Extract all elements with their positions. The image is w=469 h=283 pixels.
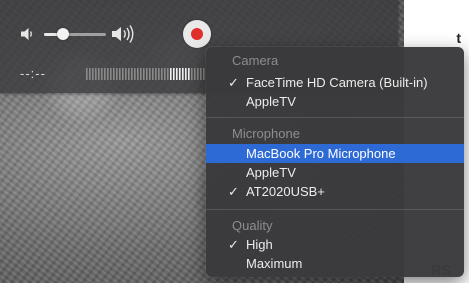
level-meter-tick xyxy=(116,68,118,80)
menu-item-label: Maximum xyxy=(246,256,303,271)
level-meter-tick xyxy=(179,68,181,80)
level-meter-tick xyxy=(92,68,94,80)
record-button[interactable] xyxy=(183,20,211,48)
menu-item-label: AT2020USB+ xyxy=(246,184,325,199)
level-meter-tick xyxy=(128,68,130,80)
level-meter-tick xyxy=(98,68,100,80)
level-meter-tick xyxy=(197,68,199,80)
level-meter-tick xyxy=(158,68,160,80)
check-icon: ✓ xyxy=(228,75,239,90)
menu-item-quality-maximum[interactable]: Maximum xyxy=(206,254,464,273)
level-meter-tick xyxy=(122,68,124,80)
level-meter-tick xyxy=(146,68,148,80)
level-meter-tick xyxy=(191,68,193,80)
level-meter-tick xyxy=(101,68,103,80)
audio-level-meter xyxy=(86,68,205,80)
menu-item-label: AppleTV xyxy=(246,165,296,180)
level-meter-tick xyxy=(203,68,205,80)
level-meter-tick xyxy=(113,68,115,80)
volume-knob[interactable] xyxy=(56,28,69,40)
menu-separator xyxy=(206,117,464,118)
background-text-top: t xyxy=(456,30,461,46)
level-meter-tick xyxy=(155,68,157,80)
menu-item-label: High xyxy=(246,237,273,252)
level-meter-tick xyxy=(176,68,178,80)
menu-item-appletv-microphone[interactable]: AppleTV xyxy=(206,163,464,182)
speaker-mute-icon[interactable] xyxy=(20,26,36,47)
camera-header: Camera xyxy=(232,53,279,68)
speaker-loud-icon[interactable] xyxy=(111,24,137,49)
menu-item-label: FaceTime HD Camera (Built-in) xyxy=(246,75,428,90)
level-meter-tick xyxy=(167,68,169,80)
level-meter-tick xyxy=(143,68,145,80)
menu-item-appletv-camera[interactable]: AppleTV xyxy=(206,92,464,111)
menu-item-at2020usb[interactable]: ✓ AT2020USB+ xyxy=(206,182,464,201)
record-dot-icon xyxy=(191,28,203,40)
level-meter-tick xyxy=(188,68,190,80)
level-meter-tick xyxy=(131,68,133,80)
level-meter-tick xyxy=(185,68,187,80)
check-icon: ✓ xyxy=(228,184,239,199)
volume-slider[interactable] xyxy=(44,33,106,36)
level-meter-tick xyxy=(173,68,175,80)
quality-header: Quality xyxy=(232,218,273,233)
level-meter-tick xyxy=(149,68,151,80)
level-meter-tick xyxy=(140,68,142,80)
menu-item-macbook-pro-microphone[interactable]: MacBook Pro Microphone xyxy=(206,144,464,163)
level-meter-tick xyxy=(182,68,184,80)
menu-item-facetime-camera[interactable]: ✓ FaceTime HD Camera (Built-in) xyxy=(206,73,464,92)
menu-item-label: AppleTV xyxy=(246,94,296,109)
level-meter-tick xyxy=(119,68,121,80)
level-meter-tick xyxy=(86,68,88,80)
timecode: --:-- xyxy=(20,66,46,81)
recording-options-menu: Camera ✓ FaceTime HD Camera (Built-in) A… xyxy=(206,47,464,277)
level-meter-tick xyxy=(125,68,127,80)
level-meter-tick xyxy=(107,68,109,80)
menu-item-label: MacBook Pro Microphone xyxy=(246,146,396,161)
level-meter-tick xyxy=(170,68,172,80)
level-meter-tick xyxy=(194,68,196,80)
level-meter-tick xyxy=(137,68,139,80)
level-meter-tick xyxy=(161,68,163,80)
level-meter-tick xyxy=(104,68,106,80)
level-meter-tick xyxy=(200,68,202,80)
level-meter-tick xyxy=(110,68,112,80)
level-meter-tick xyxy=(89,68,91,80)
level-meter-tick xyxy=(95,68,97,80)
level-meter-tick xyxy=(134,68,136,80)
microphone-header: Microphone xyxy=(232,126,300,141)
level-meter-tick xyxy=(164,68,166,80)
menu-separator xyxy=(206,209,464,210)
level-meter-tick xyxy=(152,68,154,80)
check-icon: ✓ xyxy=(228,237,239,252)
menu-item-quality-high[interactable]: ✓ High xyxy=(206,235,464,254)
